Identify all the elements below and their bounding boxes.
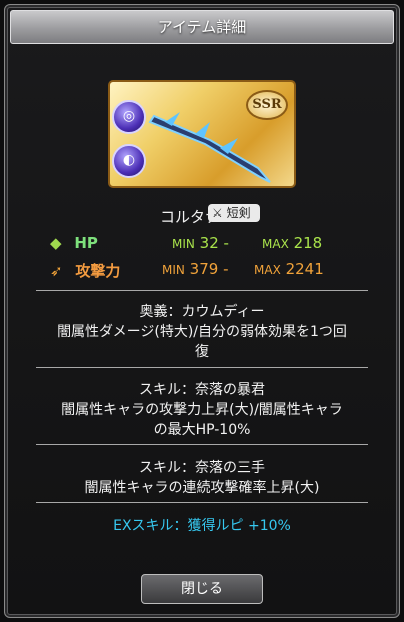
skill2-section: スキル：奈落の三手 闇属性キャラの連続攻撃確率上昇(大) <box>0 458 404 498</box>
skill1-description: の最大HP-10% <box>153 422 251 438</box>
weapon-card-image: ◎ ◐ SSR <box>108 80 296 188</box>
attack-label: 攻撃力 <box>75 262 121 280</box>
skill1-description: 闇属性キャラの攻撃力上昇(大)/闇属性キャラ <box>61 402 343 418</box>
ougi-title: 奥義：カウムディー <box>139 304 265 320</box>
divider <box>36 444 368 445</box>
attack-icon: ➶ <box>50 262 63 280</box>
dialog-title-bar: アイテム詳細 <box>10 10 394 44</box>
ougi-description: 闇属性ダメージ(特大)/自分の弱体効果を1つ回 <box>57 324 347 340</box>
hp-icon: ◆ <box>50 234 62 252</box>
attack-max: 2241 <box>285 260 324 278</box>
ougi-section: 奥義：カウムディー 闇属性ダメージ(特大)/自分の弱体効果を1つ回 復 <box>0 302 404 362</box>
dialog-title: アイテム詳細 <box>157 18 247 36</box>
close-button[interactable]: 閉じる <box>141 574 263 604</box>
hp-max: 218 <box>293 234 323 252</box>
attack-min: 379 <box>189 260 219 278</box>
skill2-description: 闇属性キャラの連続攻撃確率上昇(大) <box>84 480 320 496</box>
skill1-title: スキル：奈落の暴君 <box>139 382 265 398</box>
ougi-description: 復 <box>195 344 209 360</box>
skill2-title: スキル：奈落の三手 <box>139 460 265 476</box>
hp-stat-row: ◆ HP MIN 32 - MAX 218 <box>50 234 323 252</box>
rarity-badge: SSR <box>246 90 288 120</box>
divider <box>36 502 368 503</box>
skill1-section: スキル：奈落の暴君 闇属性キャラの攻撃力上昇(大)/闇属性キャラ の最大HP-1… <box>0 380 404 440</box>
ex-skill: EXスキル：獲得ルピ +10% <box>113 518 291 534</box>
dagger-icon: ⚔ <box>212 206 223 220</box>
divider <box>36 367 368 368</box>
attack-stat-row: ➶ 攻撃力 MIN 379 - MAX 2241 <box>50 260 324 280</box>
divider <box>36 290 368 291</box>
hp-label: HP <box>74 234 98 252</box>
hp-min: 32 <box>199 234 219 252</box>
skill-orb-icon: ◐ <box>112 144 146 178</box>
element-orb-icon: ◎ <box>112 100 146 134</box>
weapon-type-badge: ⚔ 短剣 <box>208 204 260 222</box>
weapon-name: コルタナ <box>159 208 220 226</box>
